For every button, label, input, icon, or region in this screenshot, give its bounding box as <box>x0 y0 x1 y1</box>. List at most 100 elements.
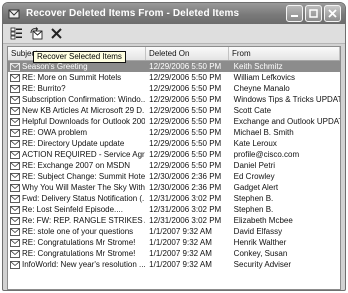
subject-text: Subscription Confirmation: Windo... <box>22 95 146 104</box>
table-row[interactable]: ACTION REQUIRED - Service Agr... 12/29/20… <box>8 149 340 160</box>
table-row[interactable]: Helpful Downloads for Outlook 2007 12/29/… <box>8 116 340 127</box>
subject-text: RE: More on Summit Hotels <box>22 73 122 82</box>
from-cell: Michael B. Smith <box>233 128 294 137</box>
subject-cell: ACTION REQUIRED - Service Agr... <box>8 149 145 160</box>
from-cell: Kate Leroux <box>233 139 277 148</box>
deleted-on-cell: 1/1/2007 9:32 AM <box>149 249 212 258</box>
minimize-icon <box>291 15 298 17</box>
subject-cell: RE: Exchange 2007 on MSDN <box>8 160 145 171</box>
table-row[interactable]: RE: More on Summit Hotels 12/29/2006 5:50… <box>8 72 340 83</box>
subject-cell: New KB Articles At Microsoft 29 D... <box>8 105 145 116</box>
envelope-icon <box>10 172 20 181</box>
table-row[interactable]: Fwd: Delivery Status Notification (... 12… <box>8 193 340 204</box>
from-cell: Daniel Petri <box>233 161 276 170</box>
from-cell: Henrik Walther <box>233 238 287 247</box>
subject-text: Re: Lost Seinfeld Episode.... <box>22 205 123 214</box>
envelope-icon <box>10 216 20 225</box>
subject-text: RE: Congratulations Mr Strome! <box>22 249 136 258</box>
tooltip-recover-selected: Recover Selected Items <box>33 51 126 63</box>
table-row[interactable]: RE: Burrito? 12/29/2006 5:50 PM Cheyne Man… <box>8 83 340 94</box>
from-cell: Keith Schmitz <box>233 62 283 71</box>
subject-text: RE: Subject Change: Summit Hotels? <box>22 172 146 181</box>
deleted-on-cell: 12/31/2006 3:02 PM <box>149 205 222 214</box>
column-header-from[interactable]: From <box>229 47 340 60</box>
table-row[interactable]: RE: Congratulations Mr Strome! 1/1/2007 9… <box>8 248 340 259</box>
from-cell: Stephen B. <box>233 194 274 203</box>
deleted-on-cell: 12/29/2006 5:50 PM <box>149 139 222 148</box>
subject-cell: Why You Will Master The Sky With... <box>8 182 145 193</box>
from-cell: Exchange and Outlook UPDATE <box>233 117 340 126</box>
envelope-icon <box>10 249 20 258</box>
subject-cell: InfoWorld: New year's resolution ... <box>8 259 145 270</box>
deleted-on-cell: 12/29/2006 5:50 PM <box>149 128 222 137</box>
close-button[interactable] <box>324 5 341 22</box>
envelope-icon <box>10 183 20 192</box>
envelope-icon <box>10 139 20 148</box>
table-row[interactable]: RE: OWA problem 12/29/2006 5:50 PM Michael… <box>8 127 340 138</box>
window-title: Recover Deleted Items From - Deleted Ite… <box>26 8 240 19</box>
envelope-icon <box>10 227 20 236</box>
outlook-app-icon <box>7 7 21 21</box>
minimize-button[interactable] <box>286 5 303 22</box>
maximize-icon <box>309 9 318 18</box>
close-icon <box>328 9 337 18</box>
table-row[interactable]: Re: Lost Seinfeld Episode.... 12/31/2006 … <box>8 204 340 215</box>
deleted-on-cell: 12/31/2006 3:02 PM <box>149 216 222 225</box>
from-cell: Ed Crowley <box>233 172 275 181</box>
from-cell: profile@cisco.com <box>233 150 300 159</box>
envelope-icon <box>10 205 20 214</box>
table-row[interactable]: RE: stole one of your questions 1/1/2007 … <box>8 226 340 237</box>
table-row[interactable]: RE: Congratulations Mr Strome! 1/1/2007 9… <box>8 237 340 248</box>
envelope-icon <box>10 62 20 71</box>
subject-text: RE: Exchange 2007 on MSDN <box>22 161 131 170</box>
deleted-on-cell: 12/29/2006 5:50 PM <box>149 150 222 159</box>
subject-cell: RE: Congratulations Mr Strome! <box>8 237 145 248</box>
deleted-on-cell: 12/29/2006 5:50 PM <box>149 161 222 170</box>
table-row[interactable]: RE: Directory Update update 12/29/2006 5:… <box>8 138 340 149</box>
deleted-on-cell: 1/1/2007 9:32 AM <box>149 238 212 247</box>
recover-deleted-items-window: Recover Deleted Items From - Deleted Ite… <box>2 2 346 291</box>
deleted-on-cell: 12/29/2006 5:50 PM <box>149 73 222 82</box>
table-row[interactable]: RE: Subject Change: Summit Hotels? 12/30/… <box>8 171 340 182</box>
from-cell: Security Adviser <box>233 260 292 269</box>
subject-text: RE: stole one of your questions <box>22 227 134 236</box>
select-all-icon[interactable] <box>9 27 23 41</box>
subject-text: RE: OWA problem <box>22 128 88 137</box>
subject-text: Why You Will Master The Sky With... <box>22 183 146 192</box>
list-body: Season's Greeting 12/29/2006 5:50 PM Keith… <box>8 61 340 270</box>
deleted-on-cell: 12/29/2006 5:50 PM <box>149 62 222 71</box>
from-cell: Conkey, Susan <box>233 249 288 258</box>
subject-cell: RE: stole one of your questions <box>8 226 145 237</box>
from-cell: Elizabeth Mcbee <box>233 216 293 225</box>
envelope-icon <box>10 106 20 115</box>
subject-cell: Fwd: Delivery Status Notification (... <box>8 193 145 204</box>
subject-text: RE: Directory Update update <box>22 139 125 148</box>
table-row[interactable]: InfoWorld: New year's resolution ... 1/1/… <box>8 259 340 270</box>
subject-text: ACTION REQUIRED - Service Agr... <box>22 150 146 159</box>
subject-cell: Subscription Confirmation: Windo... <box>8 94 145 105</box>
table-row[interactable]: New KB Articles At Microsoft 29 D... 12/2… <box>8 105 340 116</box>
maximize-button[interactable] <box>305 5 322 22</box>
subject-cell: RE: Congratulations Mr Strome! <box>8 248 145 259</box>
envelope-icon <box>10 84 20 93</box>
table-row[interactable]: Re: FW: REP. RANGLE STRIKES A... 12/31/20… <box>8 215 340 226</box>
from-cell: Windows Tips & Tricks UPDATE <box>233 95 340 104</box>
from-cell: Cheyne Manalo <box>233 84 290 93</box>
table-row[interactable]: RE: Exchange 2007 on MSDN 12/29/2006 5:50… <box>8 160 340 171</box>
deleted-on-cell: 12/29/2006 5:50 PM <box>149 117 222 126</box>
deleted-on-cell: 12/29/2006 5:50 PM <box>149 106 222 115</box>
title-bar[interactable]: Recover Deleted Items From - Deleted Ite… <box>3 3 345 24</box>
recover-icon[interactable] <box>29 27 43 41</box>
from-cell: Stephen B. <box>233 205 274 214</box>
subject-cell: RE: Burrito? <box>8 83 145 94</box>
subject-text: New KB Articles At Microsoft 29 D... <box>22 106 146 115</box>
envelope-icon <box>10 194 20 203</box>
column-header-deleted-on[interactable]: Deleted On <box>146 47 229 60</box>
delete-x-icon[interactable] <box>49 27 63 41</box>
from-cell: Scott Cate <box>233 106 272 115</box>
table-row[interactable]: Why You Will Master The Sky With... 12/30… <box>8 182 340 193</box>
deleted-on-cell: 12/30/2006 2:36 PM <box>149 172 222 181</box>
subject-text: Re: FW: REP. RANGLE STRIKES A... <box>22 216 146 225</box>
subject-cell: Helpful Downloads for Outlook 2007 <box>8 116 145 127</box>
table-row[interactable]: Subscription Confirmation: Windo... 12/29… <box>8 94 340 105</box>
